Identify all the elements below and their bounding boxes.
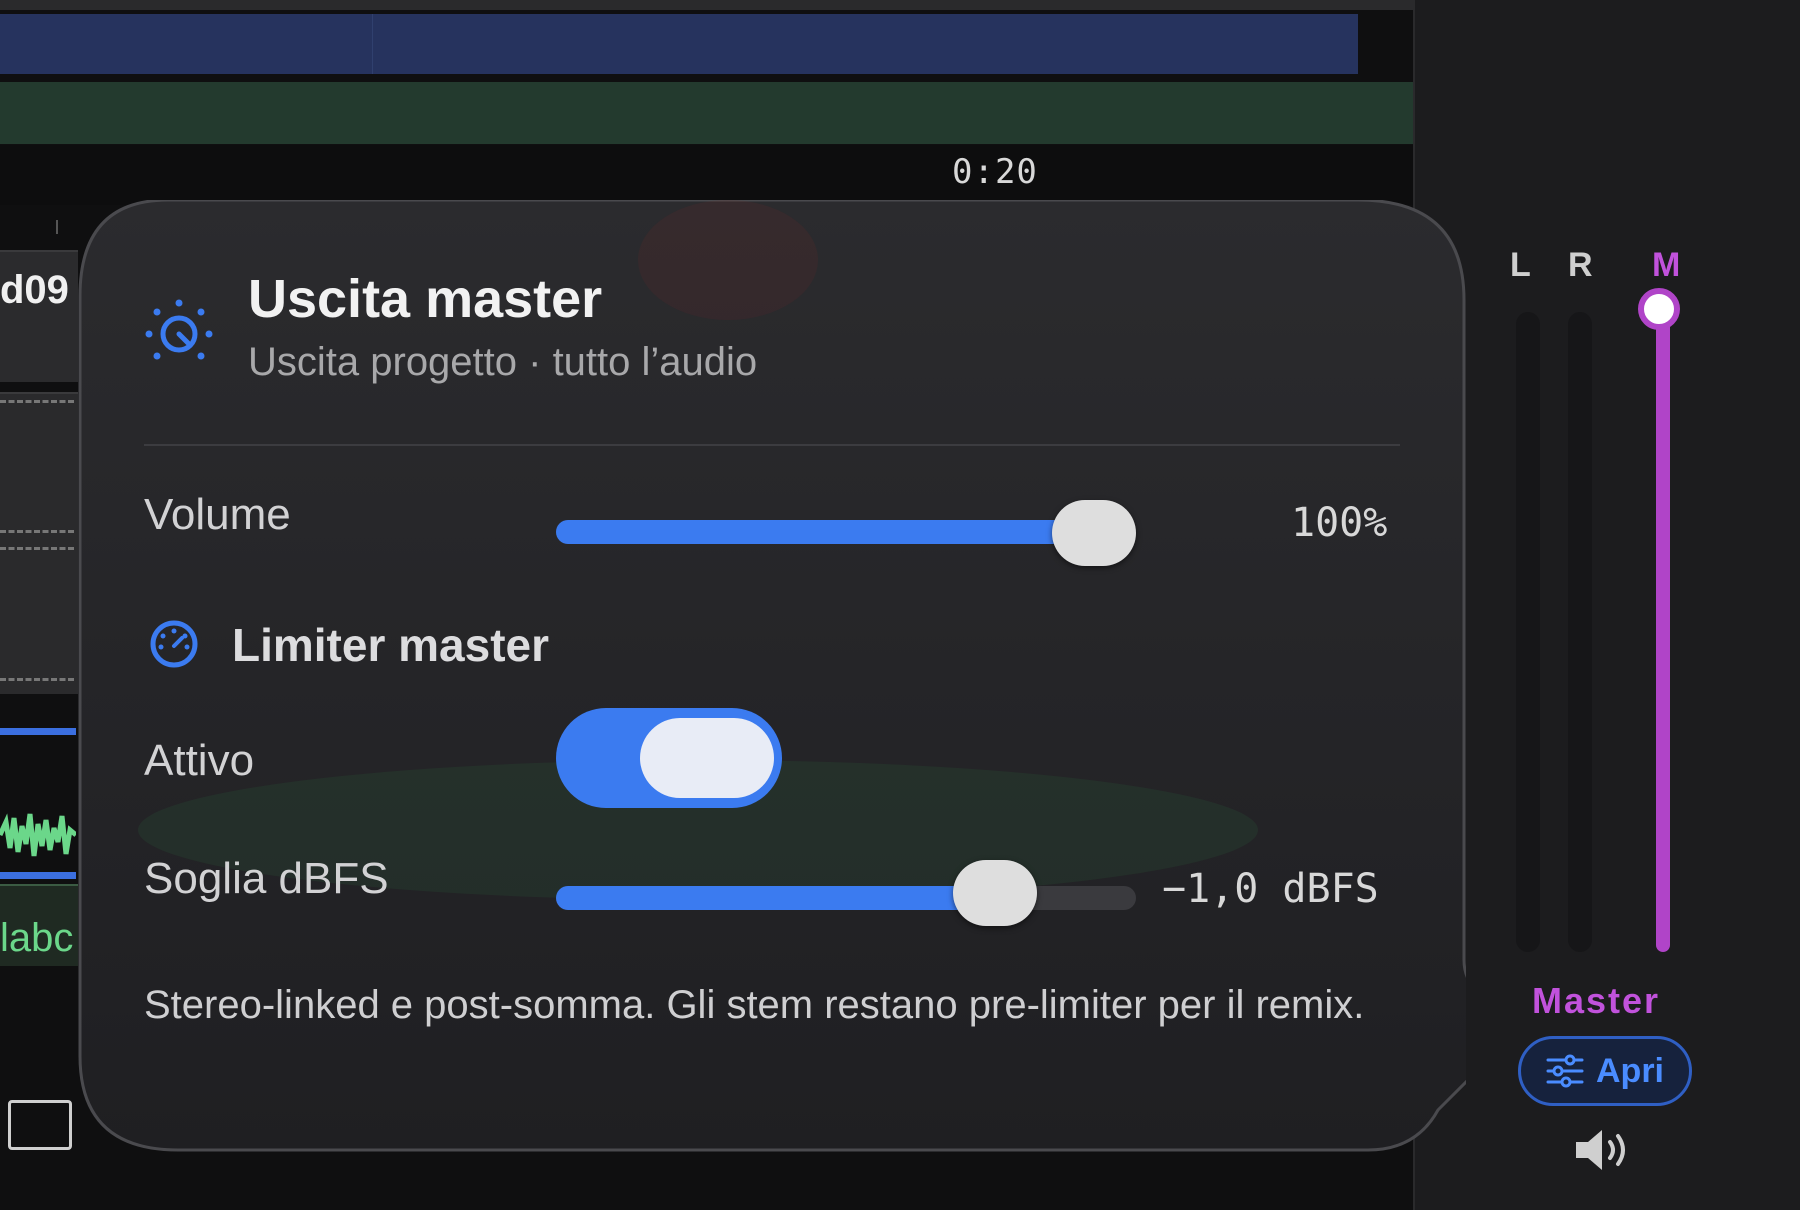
open-button[interactable]: Apri (1518, 1036, 1692, 1106)
timecode-label: 0:20 (952, 152, 1038, 192)
open-button-label: Apri (1596, 1051, 1664, 1090)
mixer-panel (1413, 0, 1800, 1210)
channel-label-m: M (1652, 246, 1681, 284)
time-ruler[interactable] (0, 145, 1413, 205)
volume-slider-knob[interactable] (1052, 500, 1136, 566)
waveform-icon (0, 813, 76, 857)
lane-clip-body[interactable] (0, 392, 78, 694)
master-fader-knob[interactable] (1638, 288, 1680, 330)
master-output-popover: Uscita master Uscita progetto · tutto l’… (78, 200, 1466, 1152)
volume-label: Volume (144, 490, 291, 539)
channel-label-l: L (1510, 246, 1531, 284)
dashed-line (0, 530, 74, 533)
lane-selection-bar (0, 872, 76, 879)
sliders-icon (1546, 1054, 1584, 1088)
gauge-knob-icon (145, 299, 213, 360)
dashed-line (0, 400, 74, 403)
threshold-slider-knob[interactable] (952, 860, 1037, 926)
master-fader-track[interactable] (1656, 312, 1670, 952)
popover-subtitle: Uscita progetto · tutto l’audio (248, 340, 758, 384)
clip-seam (372, 14, 373, 74)
limiter-note: Stereo-linked e post-somma. Gli stem res… (144, 983, 1365, 1027)
lane-selection-bar (0, 728, 76, 735)
channel-label-r: R (1568, 246, 1593, 284)
ruler-tick (56, 220, 58, 234)
popover-divider (144, 444, 1400, 446)
dashed-line (0, 547, 74, 550)
limiter-active-toggle[interactable] (556, 708, 782, 808)
volume-slider-fill (556, 520, 1094, 544)
limiter-section-title: Limiter master (232, 619, 550, 671)
track-label-bottom: labc (0, 916, 74, 960)
volume-value: 100% (1291, 500, 1388, 546)
active-label: Attivo (144, 736, 255, 785)
popover-title: Uscita master (248, 269, 603, 329)
gauge-icon (150, 620, 198, 668)
clip-toggle-icon[interactable] (8, 1100, 72, 1150)
timeline-clip-green[interactable] (0, 82, 1413, 144)
timeline-clip-blue[interactable] (0, 14, 1358, 74)
master-channel-label: Master (1532, 980, 1661, 1021)
threshold-slider-fill (556, 886, 995, 910)
threshold-value: −1,0 dBFS (1162, 866, 1379, 912)
toggle-knob (640, 718, 774, 798)
timeline-top-strip (0, 0, 1413, 10)
meter-left (1516, 312, 1540, 952)
track-label-top: d09 (0, 268, 69, 312)
speaker-icon[interactable] (1572, 1124, 1636, 1176)
dashed-line (0, 678, 74, 681)
threshold-label: Soglia dBFS (144, 854, 389, 903)
meter-right (1568, 312, 1592, 952)
